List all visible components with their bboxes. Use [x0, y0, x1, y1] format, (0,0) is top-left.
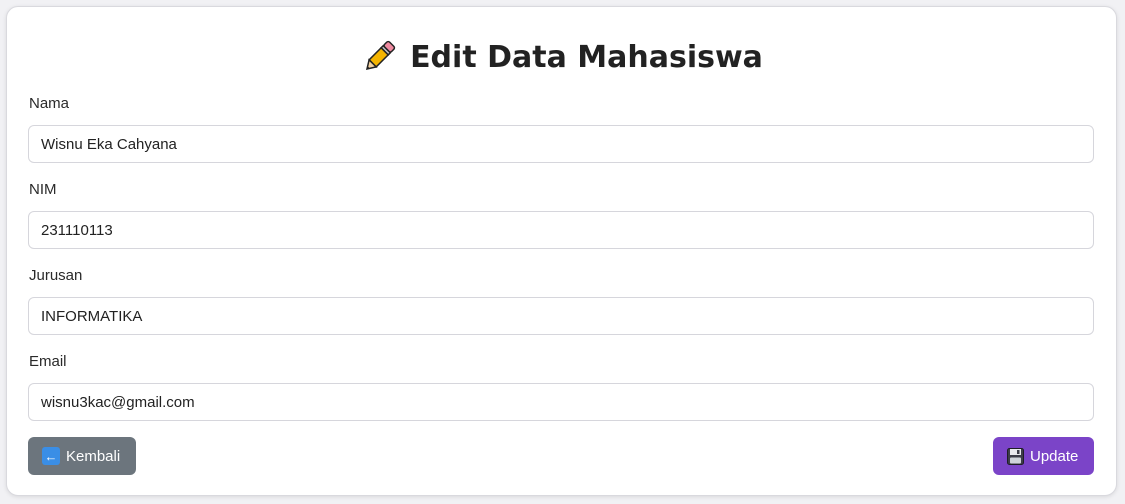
page-title: Edit Data Mahasiswa: [410, 39, 763, 75]
nama-input[interactable]: [28, 125, 1094, 163]
back-arrow-icon: ←: [42, 447, 60, 465]
edit-form-card: Edit Data Mahasiswa Nama NIM Jurusan Ema…: [6, 6, 1117, 496]
pencil-icon: [360, 38, 398, 76]
nama-label: Nama: [29, 95, 70, 112]
update-button[interactable]: Update: [993, 437, 1094, 475]
back-button-label: Kembali: [66, 447, 121, 465]
floppy-disk-icon: [1007, 447, 1024, 465]
jurusan-input[interactable]: [28, 297, 1094, 335]
title-row: Edit Data Mahasiswa: [7, 35, 1116, 79]
email-label: Email: [29, 353, 67, 370]
nim-input[interactable]: [28, 211, 1094, 249]
jurusan-label: Jurusan: [29, 267, 83, 284]
email-input[interactable]: [28, 383, 1094, 421]
update-button-label: Update: [1030, 447, 1079, 465]
nim-label: NIM: [29, 181, 57, 198]
back-button[interactable]: ← Kembali: [28, 437, 136, 475]
